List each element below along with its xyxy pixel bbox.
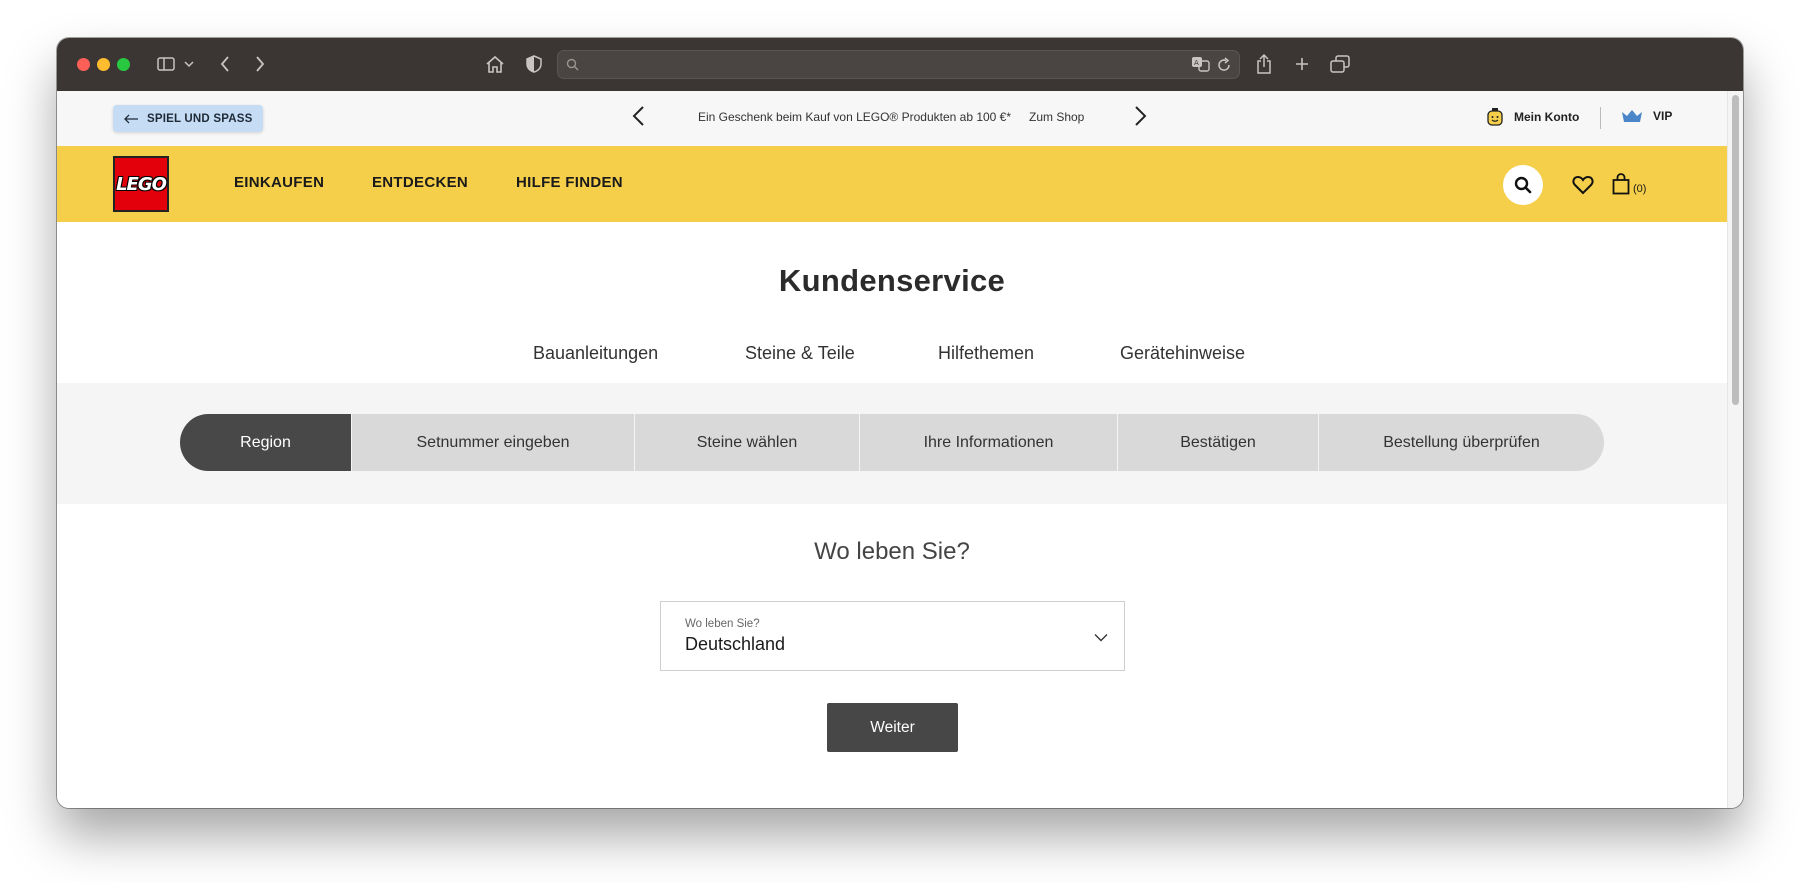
heart-icon	[1572, 175, 1594, 195]
header-divider	[1600, 107, 1601, 129]
promo-bar: SPIEL UND SPASS Ein Geschenk beim Kauf v…	[57, 91, 1727, 146]
reload-icon[interactable]	[1217, 57, 1231, 77]
country-select-label: Wo leben Sie?	[685, 618, 760, 630]
continue-button[interactable]: Weiter	[827, 703, 958, 752]
subnav-steine-teile[interactable]: Steine & Teile	[745, 343, 855, 364]
promo-shop-link[interactable]: Zum Shop	[1029, 110, 1084, 124]
forward-icon[interactable]	[252, 52, 268, 76]
progress-steps-band: Region Setnummer eingeben Steine wählen …	[57, 383, 1727, 504]
step-setnummer-eingeben[interactable]: Setnummer eingeben	[352, 414, 635, 471]
promo-message: Ein Geschenk beim Kauf von LEGO® Produkt…	[698, 110, 1012, 124]
minifigure-head-icon	[1487, 108, 1503, 126]
step-region[interactable]: Region	[180, 414, 352, 471]
step-steine-waehlen[interactable]: Steine wählen	[635, 414, 860, 471]
vip-link[interactable]: VIP	[1621, 109, 1672, 123]
sidebar-icon[interactable]	[155, 52, 177, 76]
minimize-window-button[interactable]	[97, 58, 110, 71]
nav-link-einkaufen[interactable]: EINKAUFEN	[234, 174, 324, 191]
vip-crown-icon	[1622, 110, 1642, 122]
share-icon[interactable]	[1255, 52, 1273, 76]
promo-prev-button[interactable]	[631, 105, 645, 132]
chevron-down-icon	[1094, 629, 1108, 647]
shopping-bag-icon	[1612, 173, 1630, 195]
lego-logo-text: LEGO	[116, 173, 167, 195]
back-icon[interactable]	[217, 52, 233, 76]
cart-button[interactable]: (0)	[1612, 173, 1646, 195]
country-select[interactable]: Wo leben Sie? Deutschland	[660, 601, 1125, 671]
nav-link-hilfe-finden[interactable]: HILFE FINDEN	[516, 174, 623, 191]
svg-text:A: A	[1194, 59, 1199, 67]
arrow-left-icon	[124, 114, 138, 123]
my-account-label: Mein Konto	[1514, 110, 1580, 124]
step-bestaetigen[interactable]: Bestätigen	[1118, 414, 1319, 471]
country-select-value: Deutschland	[685, 634, 786, 654]
cart-count: (0)	[1633, 183, 1647, 195]
main-navigation: LEGO EINKAUFEN ENTDECKEN HILFE FINDEN (0…	[57, 146, 1727, 222]
home-icon[interactable]	[484, 52, 506, 76]
promo-next-button[interactable]	[1134, 105, 1148, 132]
back-to-play-button[interactable]: SPIEL UND SPASS	[113, 105, 264, 132]
chevron-down-icon[interactable]	[183, 52, 195, 76]
region-question: Wo leben Sie?	[814, 538, 970, 565]
page-scrollbar[interactable]	[1727, 91, 1743, 808]
lego-logo[interactable]: LEGO	[113, 156, 169, 212]
search-icon	[1514, 176, 1532, 194]
close-window-button[interactable]	[77, 58, 90, 71]
subnav-bauanleitungen[interactable]: Bauanleitungen	[533, 343, 658, 364]
nav-link-entdecken[interactable]: ENTDECKEN	[372, 174, 468, 191]
back-to-play-label: SPIEL UND SPASS	[147, 112, 253, 125]
new-tab-icon[interactable]	[1293, 52, 1311, 76]
page-title: Kundenservice	[778, 263, 1006, 298]
translate-icon[interactable]: A	[1191, 56, 1211, 77]
wishlist-button[interactable]	[1572, 175, 1594, 200]
progress-steps: Region Setnummer eingeben Steine wählen …	[180, 414, 1604, 471]
tabs-overview-icon[interactable]	[1329, 52, 1351, 76]
web-page: SPIEL UND SPASS Ein Geschenk beim Kauf v…	[57, 91, 1727, 808]
chevron-left-icon	[632, 106, 644, 126]
address-bar[interactable]: A	[557, 50, 1240, 79]
step-bestellung-ueberpruefen[interactable]: Bestellung überprüfen	[1319, 414, 1604, 471]
browser-window: A SPIEL UND SPASS Ein Geschenk beim Kauf…	[57, 38, 1743, 808]
vip-label: VIP	[1653, 109, 1673, 123]
subnav-geraetehinweise[interactable]: Gerätehinweise	[1120, 343, 1245, 364]
search-icon	[566, 58, 579, 76]
zoom-window-button[interactable]	[117, 58, 130, 71]
scrollbar-thumb[interactable]	[1732, 95, 1739, 405]
my-account-link[interactable]: Mein Konto	[1485, 107, 1579, 127]
search-button[interactable]	[1503, 165, 1543, 205]
step-ihre-informationen[interactable]: Ihre Informationen	[860, 414, 1118, 471]
subnav-hilfethemen[interactable]: Hilfethemen	[938, 343, 1034, 364]
shield-icon[interactable]	[525, 52, 543, 76]
browser-toolbar: A	[57, 38, 1743, 91]
chevron-right-icon	[1135, 106, 1147, 126]
